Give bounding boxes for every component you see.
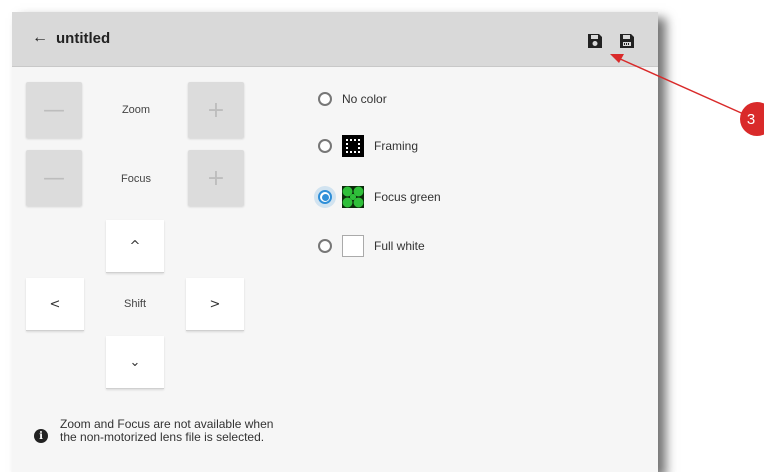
- callout-arrow: [610, 54, 749, 117]
- callout-number: 3: [746, 110, 756, 128]
